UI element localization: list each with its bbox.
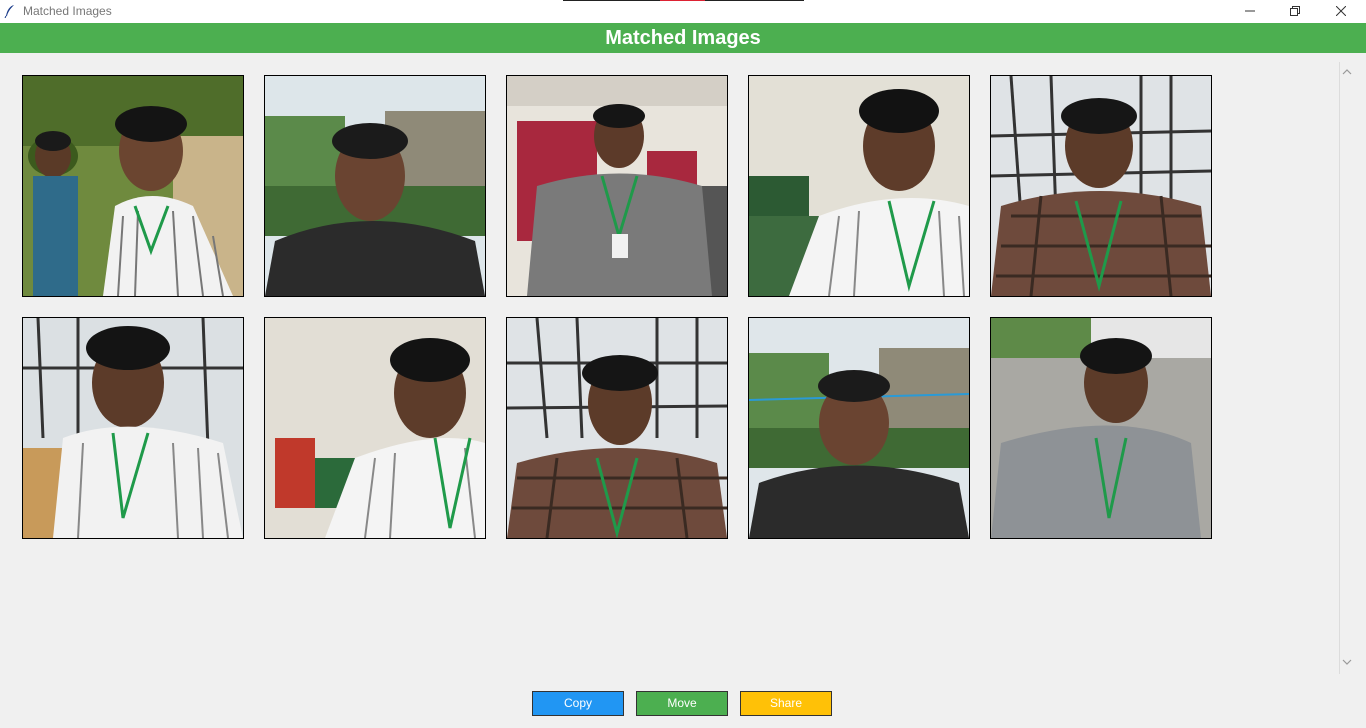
matched-image-thumbnail[interactable] — [506, 75, 728, 297]
window-title: Matched Images — [23, 4, 112, 18]
minimize-icon — [1245, 10, 1255, 12]
close-icon — [1336, 6, 1346, 16]
matched-image-thumbnail[interactable] — [990, 317, 1212, 539]
photo-outdoor-selfie — [749, 318, 969, 538]
matched-image-thumbnail[interactable] — [264, 317, 486, 539]
photo-indoor-selfie — [23, 318, 243, 538]
photo-outdoor-portrait — [991, 318, 1211, 538]
photo-outdoor-selfie — [23, 76, 243, 296]
titlebar-accent — [660, 0, 705, 1]
window-titlebar: Matched Images — [0, 0, 1366, 23]
restore-button[interactable] — [1272, 0, 1318, 22]
close-button[interactable] — [1318, 0, 1364, 22]
scrollbar-track — [1339, 62, 1340, 674]
photo-indoor-selfie — [749, 76, 969, 296]
matched-image-thumbnail[interactable] — [990, 75, 1212, 297]
photo-indoor-portrait — [507, 318, 727, 538]
matched-image-thumbnail[interactable] — [506, 317, 728, 539]
matched-image-thumbnail[interactable] — [748, 75, 970, 297]
gallery-scrollbar[interactable] — [1339, 62, 1356, 674]
photo-indoor-selfie — [265, 318, 485, 538]
photo-outdoor-selfie — [265, 76, 485, 296]
chevron-up-icon[interactable] — [1342, 68, 1352, 76]
restore-icon — [1290, 6, 1300, 16]
feather-icon — [4, 5, 14, 18]
photo-indoor-portrait — [507, 76, 727, 296]
matched-image-thumbnail[interactable] — [264, 75, 486, 297]
copy-button[interactable]: Copy — [532, 691, 624, 716]
chevron-down-icon[interactable] — [1342, 658, 1352, 666]
matched-image-thumbnail[interactable] — [22, 75, 244, 297]
move-button[interactable]: Move — [636, 691, 728, 716]
minimize-button[interactable] — [1227, 0, 1273, 22]
matched-image-thumbnail[interactable] — [22, 317, 244, 539]
share-button[interactable]: Share — [740, 691, 832, 716]
matched-image-thumbnail[interactable] — [748, 317, 970, 539]
page-title: Matched Images — [0, 23, 1366, 53]
photo-indoor-portrait — [991, 76, 1211, 296]
